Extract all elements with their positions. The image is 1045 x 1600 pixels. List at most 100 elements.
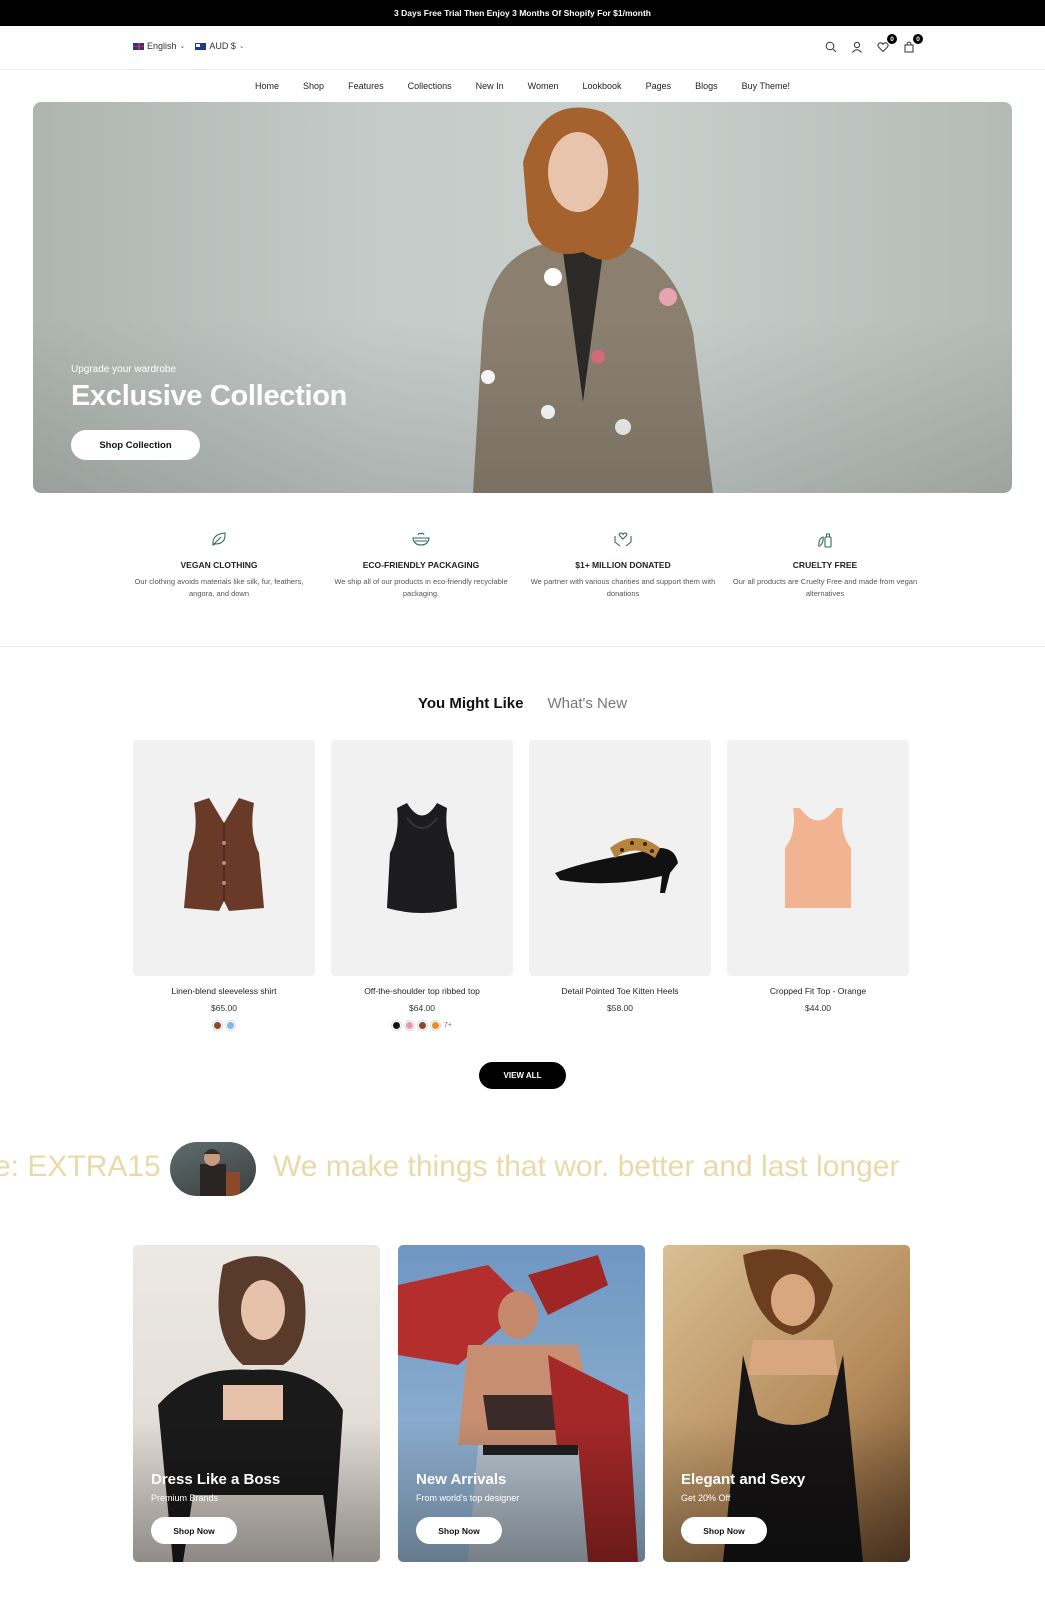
- uk-flag-icon: [133, 42, 144, 50]
- marquee-image: [170, 1142, 256, 1196]
- wishlist-icon[interactable]: 0: [877, 34, 897, 54]
- chevron-down-icon: ⌄: [238, 43, 245, 50]
- header: English ⌄ AUD $ ⌄ 0 0: [0, 26, 1045, 70]
- card-title: Elegant and Sexy: [681, 1471, 806, 1488]
- nav-home[interactable]: Home: [255, 81, 279, 91]
- color-swatch-black[interactable]: [392, 1021, 401, 1030]
- card-title: Dress Like a Boss: [151, 1471, 281, 1488]
- product-name[interactable]: Off-the-shoulder top ribbed top: [331, 986, 513, 996]
- collection-card[interactable]: Elegant and Sexy Get 20% Off Shop Now: [663, 1245, 910, 1562]
- shop-now-button[interactable]: Shop Now: [151, 1517, 237, 1544]
- feature-donated: $1+ MILLION DONATED We partner with vari…: [522, 530, 724, 600]
- feature-cruelty-free: CRUELTY FREE Our all products are Cruelt…: [724, 530, 926, 600]
- shop-collection-button[interactable]: Shop Collection: [71, 430, 200, 460]
- hero-subtitle: Upgrade your wardrobe: [71, 364, 177, 375]
- view-all-button[interactable]: VIEW ALL: [479, 1062, 566, 1089]
- promo-marquee: e: EXTRA15 We make things that wor. bett…: [0, 1142, 1045, 1196]
- feature-desc: Our clothing avoids materials like silk,…: [134, 577, 304, 598]
- language-label: English: [147, 41, 177, 51]
- search-icon[interactable]: [825, 40, 839, 54]
- nav-buy-theme[interactable]: Buy Theme!: [742, 81, 790, 91]
- product-price: $65.00: [211, 1003, 237, 1013]
- product-name[interactable]: Detail Pointed Toe Kitten Heels: [529, 986, 711, 996]
- color-swatches: 7+: [331, 1021, 513, 1030]
- cart-count-badge: 0: [913, 34, 923, 44]
- product-image[interactable]: [727, 740, 909, 976]
- card-subtitle: Get 20% Off: [681, 1493, 731, 1503]
- cart-icon[interactable]: 0: [903, 34, 923, 54]
- nav-lookbook[interactable]: Lookbook: [583, 81, 622, 91]
- header-icons: 0 0: [825, 34, 923, 54]
- marquee-text-left: e: EXTRA15: [0, 1150, 161, 1183]
- features-row: VEGAN CLOTHING Our clothing avoids mater…: [118, 530, 928, 600]
- feature-title: $1+ MILLION DONATED: [575, 560, 671, 570]
- account-icon[interactable]: [851, 40, 865, 54]
- chevron-down-icon: ⌄: [179, 43, 186, 50]
- card-subtitle: Premium Brands: [151, 1493, 219, 1503]
- nav-pages[interactable]: Pages: [646, 81, 672, 91]
- collection-card[interactable]: Dress Like a Boss Premium Brands Shop No…: [133, 1245, 380, 1562]
- announcement-bar: 3 Days Free Trial Then Enjoy 3 Months Of…: [0, 0, 1045, 26]
- shop-now-button[interactable]: Shop Now: [681, 1517, 767, 1544]
- product-card[interactable]: Cropped Fit Top - Orange $44.00: [727, 740, 909, 1030]
- product-price: $64.00: [409, 1003, 435, 1013]
- card-subtitle: From world's top designer: [416, 1493, 520, 1503]
- product-image[interactable]: [331, 740, 513, 976]
- marquee-text-right: We make things that wor. better and last…: [273, 1150, 900, 1183]
- product-card[interactable]: Off-the-shoulder top ribbed top $64.00 7…: [331, 740, 513, 1030]
- nav-collections[interactable]: Collections: [408, 81, 452, 91]
- nav-features[interactable]: Features: [348, 81, 384, 91]
- shop-now-button[interactable]: Shop Now: [416, 1517, 502, 1544]
- announcement-text: 3 Days Free Trial Then Enjoy 3 Months Of…: [394, 8, 651, 18]
- currency-label: AUD $: [209, 41, 236, 51]
- product-name[interactable]: Cropped Fit Top - Orange: [727, 986, 909, 996]
- color-swatches: [133, 1021, 315, 1030]
- nav-new-in[interactable]: New In: [476, 81, 504, 91]
- hero-title: Exclusive Collection: [71, 380, 348, 412]
- feature-title: VEGAN CLOTHING: [180, 560, 258, 570]
- feature-desc: Our all products are Cruelty Free and ma…: [732, 577, 918, 598]
- au-flag-icon: [195, 42, 207, 50]
- nav-shop[interactable]: Shop: [303, 81, 324, 91]
- feature-desc: We ship all of our products in eco-frien…: [334, 577, 508, 598]
- product-price: $58.00: [607, 1003, 633, 1013]
- wishlist-count-badge: 0: [887, 34, 897, 44]
- tab-you-might-like[interactable]: You Might Like: [418, 695, 524, 712]
- product-tabs: You Might Like What's New: [0, 695, 1045, 712]
- product-grid: Linen-blend sleeveless shirt $65.00 Off-…: [133, 740, 909, 1030]
- product-image[interactable]: [133, 740, 315, 976]
- product-card[interactable]: Detail Pointed Toe Kitten Heels $58.00: [529, 740, 711, 1030]
- color-swatch-brown[interactable]: [418, 1021, 427, 1030]
- hands-heart-icon: [614, 532, 632, 547]
- color-swatch-blue[interactable]: [226, 1021, 235, 1030]
- product-image[interactable]: [529, 740, 711, 976]
- leaf-icon: [212, 532, 226, 546]
- locale-selectors: English ⌄ AUD $ ⌄: [133, 41, 245, 51]
- bowl-icon: [412, 532, 430, 546]
- hero-banner: Upgrade your wardrobe Exclusive Collecti…: [33, 102, 1012, 493]
- feature-vegan: VEGAN CLOTHING Our clothing avoids mater…: [118, 530, 320, 600]
- card-title: New Arrivals: [416, 1471, 507, 1488]
- product-card[interactable]: Linen-blend sleeveless shirt $65.00: [133, 740, 315, 1030]
- feature-title: CRUELTY FREE: [792, 560, 858, 570]
- currency-selector[interactable]: AUD $ ⌄: [195, 41, 245, 51]
- feature-packaging: ECO-FRIENDLY PACKAGING We ship all of ou…: [320, 530, 522, 600]
- collection-cards: Dress Like a Boss Premium Brands Shop No…: [133, 1245, 910, 1562]
- main-nav: Home Shop Features Collections New In Wo…: [0, 70, 1045, 102]
- product-price: $44.00: [805, 1003, 831, 1013]
- color-swatch-orange[interactable]: [431, 1021, 440, 1030]
- product-name[interactable]: Linen-blend sleeveless shirt: [133, 986, 315, 996]
- feature-title: ECO-FRIENDLY PACKAGING: [362, 560, 480, 570]
- more-colors[interactable]: 7+: [444, 1022, 452, 1029]
- color-swatch-pink[interactable]: [405, 1021, 414, 1030]
- nav-women[interactable]: Women: [528, 81, 559, 91]
- tab-whats-new[interactable]: What's New: [548, 695, 628, 712]
- feature-desc: We partner with various charities and su…: [530, 577, 716, 598]
- bottle-icon: [818, 533, 832, 548]
- color-swatch-brown[interactable]: [213, 1021, 222, 1030]
- collection-card[interactable]: New Arrivals From world's top designer S…: [398, 1245, 645, 1562]
- language-selector[interactable]: English ⌄: [133, 41, 185, 51]
- nav-blogs[interactable]: Blogs: [695, 81, 718, 91]
- section-divider: [0, 646, 1045, 647]
- hero-model-image: [473, 107, 713, 493]
